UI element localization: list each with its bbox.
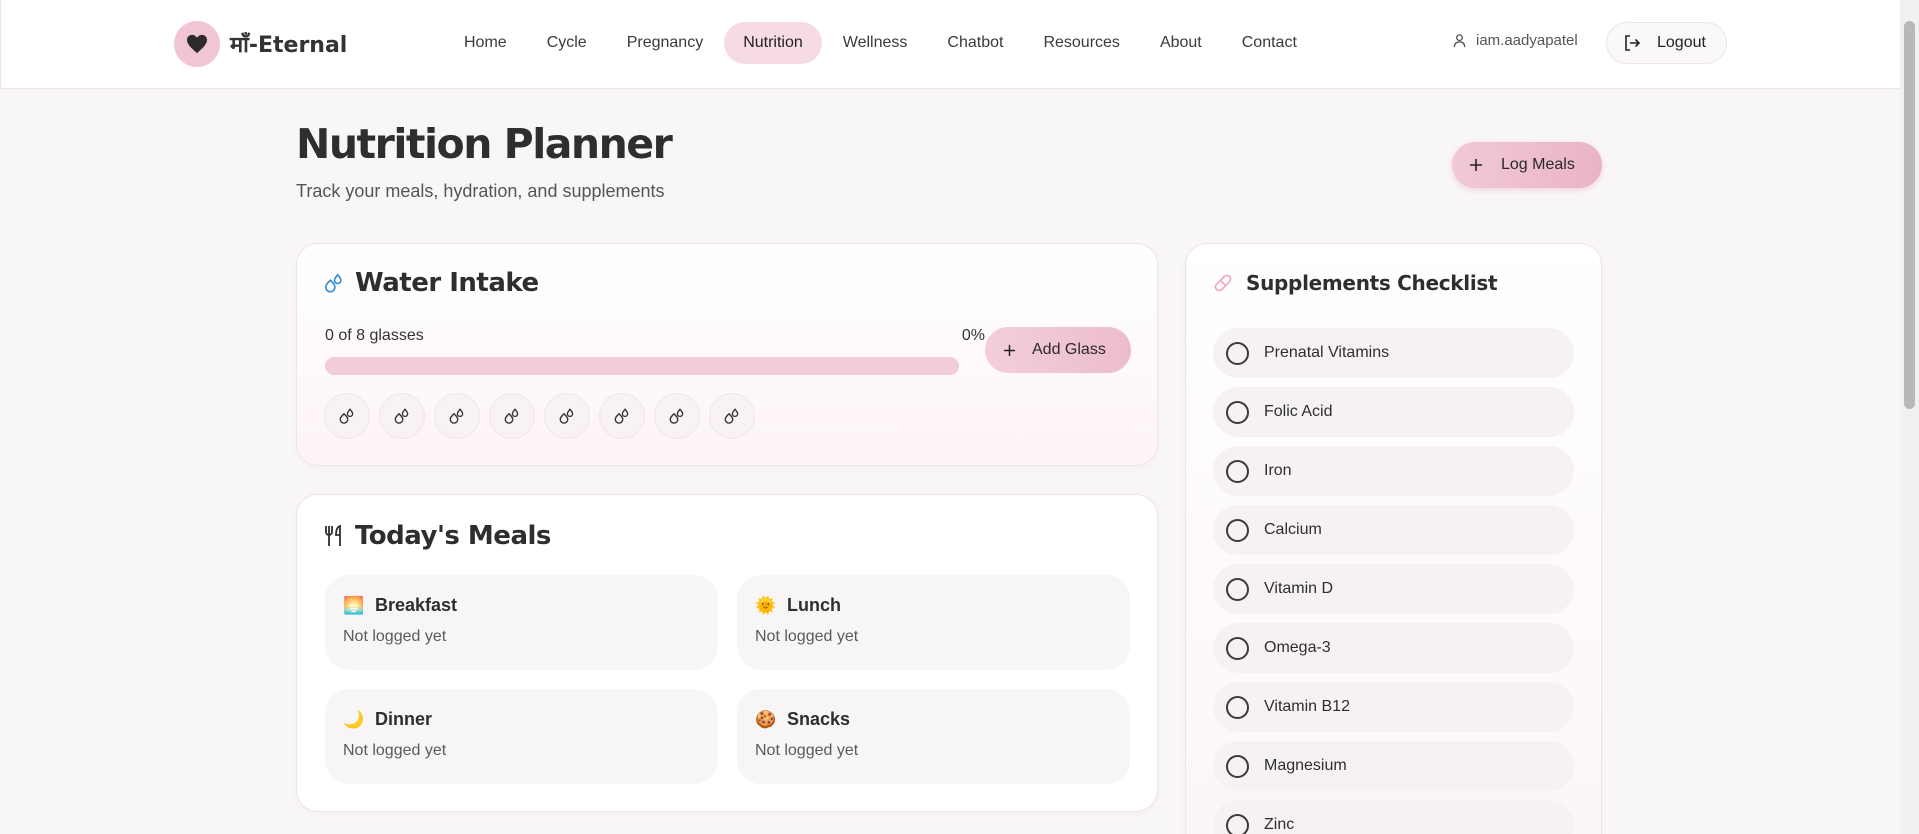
glasses-count: 0 of 8 glasses	[325, 327, 424, 344]
user-info[interactable]: iam.aadyapatel	[1452, 32, 1578, 49]
supplement-label: Omega-3	[1264, 639, 1331, 656]
utensils-icon	[325, 524, 341, 546]
cookie-icon: 🍪	[755, 709, 777, 730]
nav-item-home[interactable]: Home	[445, 22, 526, 64]
glass-droplet-icon[interactable]	[434, 393, 480, 439]
glass-droplet-icon[interactable]	[709, 393, 755, 439]
glass-droplet-icon[interactable]	[489, 393, 535, 439]
nav-item-contact[interactable]: Contact	[1223, 22, 1316, 64]
add-glass-label: Add Glass	[1032, 341, 1106, 358]
supplements-title: Supplements Checklist	[1246, 271, 1498, 295]
page-title: Nutrition Planner	[296, 120, 673, 168]
meal-card-dinner[interactable]: 🌙 Dinner Not logged yet	[325, 689, 718, 784]
pill-icon	[1214, 274, 1232, 292]
water-intake-title: Water Intake	[355, 268, 539, 298]
brand[interactable]: माँ-Eternal	[174, 21, 347, 67]
sunrise-icon: 🌅	[343, 595, 365, 616]
todays-meals-heading: Today's Meals	[323, 521, 551, 551]
checkbox-circle-icon[interactable]	[1226, 577, 1249, 601]
water-intake-heading: Water Intake	[323, 268, 539, 298]
add-glass-button[interactable]: Add Glass	[985, 327, 1131, 373]
water-percent: 0%	[961, 327, 985, 344]
meal-name: Dinner	[375, 709, 433, 729]
supplements-card: Supplements Checklist Prenatal Vitamins …	[1185, 243, 1602, 834]
supplement-label: Iron	[1264, 462, 1292, 479]
plus-icon	[1470, 159, 1482, 171]
supplements-heading: Supplements Checklist	[1212, 271, 1498, 295]
meal-card-snacks[interactable]: 🍪 Snacks Not logged yet	[737, 689, 1130, 784]
nav-item-nutrition[interactable]: Nutrition	[724, 22, 822, 64]
supplement-item[interactable]: Zinc	[1213, 800, 1574, 834]
supplement-item[interactable]: Vitamin B12	[1213, 682, 1574, 732]
main-nav: Home Cycle Pregnancy Nutrition Wellness …	[445, 22, 1316, 64]
water-intake-card: Water Intake 0 of 8 glasses 0% Add Glass	[296, 243, 1158, 466]
glass-droplet-icon[interactable]	[654, 393, 700, 439]
checkbox-circle-icon[interactable]	[1226, 813, 1249, 834]
log-meals-label: Log Meals	[1501, 156, 1575, 173]
logout-button[interactable]: Logout	[1606, 22, 1727, 64]
supplement-label: Folic Acid	[1264, 403, 1333, 420]
meal-name: Lunch	[787, 595, 841, 615]
meal-status: Not logged yet	[343, 628, 447, 645]
meal-card-breakfast[interactable]: 🌅 Breakfast Not logged yet	[325, 575, 718, 670]
glass-droplet-icon[interactable]	[379, 393, 425, 439]
checkbox-circle-icon[interactable]	[1226, 636, 1249, 660]
supplement-label: Prenatal Vitamins	[1264, 344, 1390, 361]
supplement-item[interactable]: Calcium	[1213, 505, 1574, 555]
logout-label: Logout	[1657, 34, 1706, 51]
log-meals-button[interactable]: Log Meals	[1452, 142, 1602, 188]
glass-tracker	[324, 393, 755, 439]
glass-droplet-icon[interactable]	[544, 393, 590, 439]
nav-item-about[interactable]: About	[1141, 22, 1221, 64]
checkbox-circle-icon[interactable]	[1226, 754, 1249, 778]
supplement-item[interactable]: Omega-3	[1213, 623, 1574, 673]
glass-droplet-icon[interactable]	[599, 393, 645, 439]
supplement-label: Calcium	[1264, 521, 1322, 538]
page-scrollbar[interactable]	[1900, 0, 1919, 834]
supplement-label: Magnesium	[1264, 757, 1347, 774]
brand-name: माँ-Eternal	[230, 33, 348, 58]
checkbox-circle-icon[interactable]	[1226, 400, 1249, 424]
username: iam.aadyapatel	[1476, 32, 1578, 49]
supplement-item[interactable]: Folic Acid	[1213, 387, 1574, 437]
supplement-item[interactable]: Magnesium	[1213, 741, 1574, 791]
user-icon	[1453, 34, 1466, 48]
plus-icon	[1003, 344, 1016, 356]
supplement-label: Vitamin B12	[1264, 698, 1350, 715]
checkbox-circle-icon[interactable]	[1226, 518, 1249, 542]
meal-name: Snacks	[787, 709, 851, 729]
droplets-icon	[324, 273, 342, 293]
checkbox-circle-icon[interactable]	[1226, 459, 1249, 483]
todays-meals-title: Today's Meals	[355, 521, 551, 551]
meal-grid: 🌅 Breakfast Not logged yet 🌞 Lunch Not l…	[325, 575, 1130, 784]
todays-meals-card: Today's Meals 🌅 Breakfast Not logged yet…	[296, 494, 1158, 812]
moon-icon: 🌙	[343, 709, 365, 730]
nav-item-wellness[interactable]: Wellness	[824, 22, 927, 64]
supplement-label: Zinc	[1264, 816, 1295, 833]
scrollbar-thumb[interactable]	[1904, 21, 1915, 409]
supplement-label: Vitamin D	[1264, 580, 1334, 597]
nav-item-pregnancy[interactable]: Pregnancy	[608, 22, 723, 64]
page-subtitle: Track your meals, hydration, and supplem…	[296, 181, 665, 201]
top-navbar: माँ-Eternal Home Cycle Pregnancy Nutriti…	[0, 0, 1900, 89]
supplement-item[interactable]: Iron	[1213, 446, 1574, 496]
meal-card-lunch[interactable]: 🌞 Lunch Not logged yet	[737, 575, 1130, 670]
meal-name: Breakfast	[375, 595, 458, 615]
meal-status: Not logged yet	[755, 628, 859, 645]
supplement-item[interactable]: Prenatal Vitamins	[1213, 328, 1574, 378]
nav-item-resources[interactable]: Resources	[1024, 22, 1138, 64]
sun-icon: 🌞	[755, 595, 777, 616]
checkbox-circle-icon[interactable]	[1226, 341, 1249, 365]
nav-item-chatbot[interactable]: Chatbot	[928, 22, 1022, 64]
meal-status: Not logged yet	[755, 742, 859, 759]
meal-status: Not logged yet	[343, 742, 447, 759]
logout-icon	[1625, 35, 1641, 51]
nav-item-cycle[interactable]: Cycle	[528, 22, 606, 64]
heart-icon	[174, 21, 220, 67]
supplement-item[interactable]: Vitamin D	[1213, 564, 1574, 614]
glass-droplet-icon[interactable]	[324, 393, 370, 439]
checkbox-circle-icon[interactable]	[1226, 695, 1249, 719]
water-progress-bar	[325, 357, 959, 375]
supplements-list: Prenatal Vitamins Folic Acid Iron Calciu…	[1213, 328, 1574, 834]
